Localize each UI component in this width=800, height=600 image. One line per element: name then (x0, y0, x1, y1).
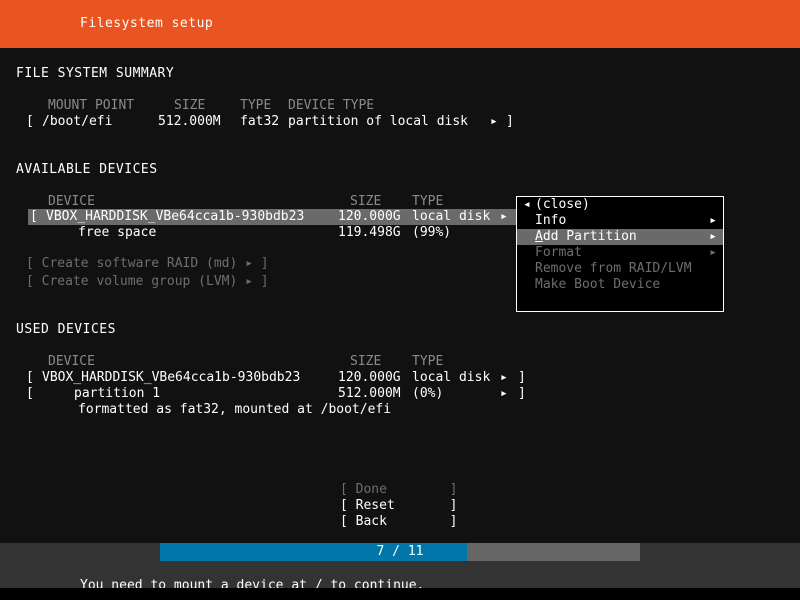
available-column-device: DEVICE (48, 194, 95, 209)
available-row-free-space-label: free space (78, 225, 157, 240)
menu-item-info[interactable]: Info ▸ (517, 213, 723, 229)
back-arrow-icon: ◂ (523, 197, 531, 212)
menu-item-format: Format ▸ (517, 245, 723, 261)
used-row-partition-bracket-close: ] (518, 386, 526, 401)
available-row-free-space-size: 119.498G (338, 225, 401, 240)
progress-bar-label: 7 / 11 (376, 544, 424, 559)
used-row-disk-type: local disk (412, 370, 491, 385)
menu-item-add-partition[interactable]: Add Partition ▸ (517, 229, 723, 245)
installer-screen: Filesystem setup FILE SYSTEM SUMMARY MOU… (0, 0, 800, 600)
used-row-disk-size: 120.000G (338, 370, 401, 385)
available-column-type: TYPE (412, 194, 444, 209)
menu-item-make-boot-device-label: Make Boot Device (535, 277, 661, 292)
available-devices-heading: AVAILABLE DEVICES (16, 162, 158, 177)
available-column-size: SIZE (350, 194, 382, 209)
summary-row-mount-point[interactable]: /boot/efi (42, 114, 112, 130)
menu-item-close-label: (close) (535, 197, 590, 212)
done-button: [ Done ] (340, 482, 458, 497)
summary-row-bracket-close: ] (506, 114, 514, 129)
used-row-partition-percent: (0%) (412, 386, 444, 401)
used-column-type: TYPE (412, 354, 444, 369)
menu-item-add-partition-hotkey: A (535, 229, 543, 244)
menu-item-format-label: Format (535, 245, 582, 260)
reset-button[interactable]: [ Reset ] (340, 498, 457, 514)
progress-bar: 7 / 11 (160, 543, 640, 561)
submenu-arrow-icon: ▸ (709, 213, 717, 228)
create-volume-group-button: [ Create volume group (LVM) ▸ ] (26, 274, 269, 289)
used-row-disk-name[interactable]: VBOX_HARDDISK_VBe64cca1b-930bdb23 (42, 370, 300, 386)
used-row-partition-name[interactable]: partition 1 (74, 386, 160, 402)
menu-item-close[interactable]: ◂ (close) (517, 197, 723, 213)
available-row-free-space-percent: (99%) (412, 225, 452, 240)
available-row-expand-icon[interactable]: ▸ (500, 209, 508, 225)
used-column-device: DEVICE (48, 354, 95, 369)
device-context-menu[interactable]: ◂ (close) Info ▸ Add Partition ▸ Format … (516, 196, 724, 312)
used-row-partition-detail: formatted as fat32, mounted at /boot/efi (78, 402, 392, 417)
used-row-partition-expand-icon[interactable]: ▸ (500, 386, 508, 402)
menu-item-add-partition-label: Add Partition (535, 229, 637, 245)
used-row-partition-size: 512.000M (338, 386, 401, 401)
available-row-size: 120.000G (338, 209, 401, 225)
summary-column-type: TYPE (240, 98, 272, 113)
summary-row-expand-icon[interactable]: ▸ (490, 114, 498, 130)
submenu-arrow-icon: ▸ (709, 229, 717, 244)
summary-column-mount-point: MOUNT POINT (48, 98, 135, 113)
used-row-partition-bracket-open: [ (26, 386, 34, 401)
filesystem-summary-heading: FILE SYSTEM SUMMARY (16, 66, 175, 81)
used-row-disk-expand-icon[interactable]: ▸ (500, 370, 508, 386)
summary-column-device-type: DEVICE TYPE (288, 98, 375, 113)
menu-item-remove-from-raid-lvm-label: Remove from RAID/LVM (535, 261, 692, 276)
summary-row-size: 512.000M (158, 114, 221, 129)
used-row-disk-bracket-close: ] (518, 370, 526, 385)
menu-item-info-label: Info (535, 213, 567, 228)
summary-column-size: SIZE (174, 98, 206, 113)
app-header: Filesystem setup (0, 0, 800, 48)
summary-row-type: fat32 (240, 114, 280, 129)
used-row-disk-bracket-open: [ (26, 370, 34, 385)
summary-row-bracket-open: [ (26, 114, 34, 129)
menu-item-remove-from-raid-lvm: Remove from RAID/LVM (517, 261, 723, 277)
menu-item-add-partition-rest: dd Partition (542, 229, 637, 244)
bottom-strip (0, 588, 800, 600)
used-column-size: SIZE (350, 354, 382, 369)
menu-item-make-boot-device: Make Boot Device (517, 277, 723, 293)
available-row-device-name[interactable]: VBOX_HARDDISK_VBe64cca1b-930bdb23 (46, 209, 305, 225)
back-button[interactable]: [ Back ] (340, 514, 457, 530)
summary-row-device-type: partition of local disk (288, 114, 469, 129)
available-row-type: local disk (412, 209, 491, 225)
available-row-bracket-open: [ (30, 209, 38, 225)
used-devices-heading: USED DEVICES (16, 322, 116, 337)
create-software-raid-button: [ Create software RAID (md) ▸ ] (26, 256, 269, 271)
submenu-arrow-icon: ▸ (709, 245, 717, 260)
page-title: Filesystem setup (80, 16, 214, 31)
